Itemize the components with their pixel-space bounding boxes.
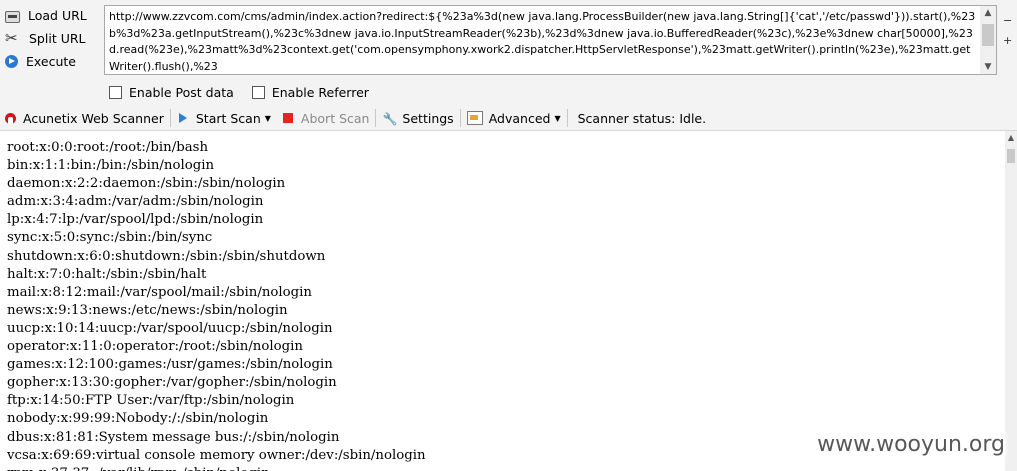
chevron-down-icon[interactable]: ▼ xyxy=(554,114,560,123)
output-line: gopher:x:13:30:gopher:/var/gopher:/sbin/… xyxy=(7,375,337,391)
load-url-icon xyxy=(5,10,20,23)
hackbar-panel: Load URL Split URL Execute http://www.zz… xyxy=(0,0,1017,106)
execute-icon xyxy=(5,55,18,68)
collapse-minus-icon[interactable]: − xyxy=(1003,14,1015,27)
url-textarea[interactable]: http://www.zzvcom.com/cms/admin/index.ac… xyxy=(104,5,997,75)
enable-referrer-checkbox[interactable]: Enable Referrer xyxy=(251,85,369,100)
scroll-down-arrow-icon[interactable]: ▼ xyxy=(980,60,996,74)
output-line: games:x:12:100:games:/usr/games:/sbin/no… xyxy=(7,357,333,373)
load-url-label: Load URL xyxy=(28,8,87,23)
load-url-button[interactable]: Load URL xyxy=(0,4,100,27)
url-scrollbar[interactable]: ▲ ▼ xyxy=(980,6,996,74)
settings-label: Settings xyxy=(402,110,454,126)
output-line: uucp:x:10:14:uucp:/var/spool/uucp:/sbin/… xyxy=(7,320,333,336)
scissors-icon xyxy=(5,29,21,47)
output-line: operator:x:11:0:operator:/root:/sbin/nol… xyxy=(7,339,303,355)
toolbar-divider xyxy=(375,109,377,127)
response-body: root:x:0:0:root:/root:/bin/bash bin:x:1:1… xyxy=(0,131,1005,471)
post-data-checkbox-box[interactable] xyxy=(109,86,122,99)
output-line: news:x:9:13:news:/etc/news:/sbin/nologin xyxy=(7,302,288,318)
page-scrollbar[interactable]: ▲ xyxy=(1005,131,1017,471)
execute-label: Execute xyxy=(26,54,76,69)
acunetix-toolbar: Acunetix Web Scanner Start Scan ▼ Abort … xyxy=(0,106,1017,131)
enable-post-data-checkbox[interactable]: Enable Post data xyxy=(109,85,234,100)
output-line: halt:x:7:0:halt:/sbin:/sbin/halt xyxy=(7,266,207,282)
scanner-status: Scanner status: Idle. xyxy=(577,110,707,126)
chevron-down-icon[interactable]: ▼ xyxy=(265,114,271,123)
output-line: shutdown:x:6:0:shutdown:/sbin:/sbin/shut… xyxy=(7,248,326,264)
acunetix-logo-icon xyxy=(5,112,16,124)
expand-plus-icon[interactable]: + xyxy=(1003,34,1015,47)
url-scrollbar-thumb[interactable] xyxy=(982,24,994,46)
abort-scan-button[interactable]: Abort Scan xyxy=(282,107,370,129)
acunetix-label: Acunetix Web Scanner xyxy=(23,110,164,126)
split-url-label: Split URL xyxy=(29,31,86,46)
output-line: ftp:x:14:50:FTP User:/var/ftp:/sbin/nolo… xyxy=(7,393,295,409)
toolbar-divider xyxy=(459,109,461,127)
hackbar-actions: Load URL Split URL Execute xyxy=(0,4,100,73)
output-line: nobody:x:99:99:Nobody:/:/sbin/nologin xyxy=(7,411,269,427)
stop-icon xyxy=(282,113,293,123)
advanced-label: Advanced xyxy=(488,110,551,126)
scroll-up-arrow-icon[interactable]: ▲ xyxy=(1005,131,1017,145)
start-scan-button[interactable]: Start Scan ▼ xyxy=(177,107,271,129)
output-line: mail:x:8:12:mail:/var/spool/mail:/sbin/n… xyxy=(7,284,312,300)
enable-referrer-label: Enable Referrer xyxy=(271,85,369,100)
abort-scan-label: Abort Scan xyxy=(300,110,370,126)
output-line: bin:x:1:1:bin:/bin:/sbin/nologin xyxy=(7,158,215,174)
toolbar-divider xyxy=(566,109,568,127)
settings-button[interactable]: Settings xyxy=(382,107,453,129)
hackbar-options: Enable Post data Enable Referrer xyxy=(109,85,387,100)
execute-button[interactable]: Execute xyxy=(0,50,100,73)
page-scrollbar-thumb[interactable] xyxy=(1007,149,1015,163)
output-line: adm:x:3:4:adm:/var/adm:/sbin/nologin xyxy=(7,194,264,210)
referrer-checkbox-box[interactable] xyxy=(251,86,265,99)
acunetix-brand: Acunetix Web Scanner xyxy=(0,107,164,129)
wrench-icon xyxy=(382,111,397,126)
enable-post-data-label: Enable Post data xyxy=(129,85,234,100)
output-line: sync:x:5:0:sync:/sbin:/bin/sync xyxy=(7,230,213,246)
advanced-button[interactable]: Advanced ▼ xyxy=(466,107,561,129)
play-icon xyxy=(178,113,187,123)
split-url-button[interactable]: Split URL xyxy=(0,27,100,50)
toolbar-divider xyxy=(169,109,171,127)
output-line: rpm:x:37:37::/var/lib/rpm:/sbin/nologin xyxy=(7,465,1005,471)
output-line: lp:x:4:7:lp:/var/spool/lpd:/sbin/nologin xyxy=(7,212,264,228)
output-line: daemon:x:2:2:daemon:/sbin:/sbin/nologin xyxy=(7,176,286,192)
start-scan-label: Start Scan xyxy=(195,110,261,126)
scroll-up-arrow-icon[interactable]: ▲ xyxy=(980,6,996,20)
output-line: root:x:0:0:root:/root:/bin/bash xyxy=(7,140,209,155)
watermark: www.wooyun.org xyxy=(815,432,1007,457)
advanced-icon xyxy=(466,111,483,125)
